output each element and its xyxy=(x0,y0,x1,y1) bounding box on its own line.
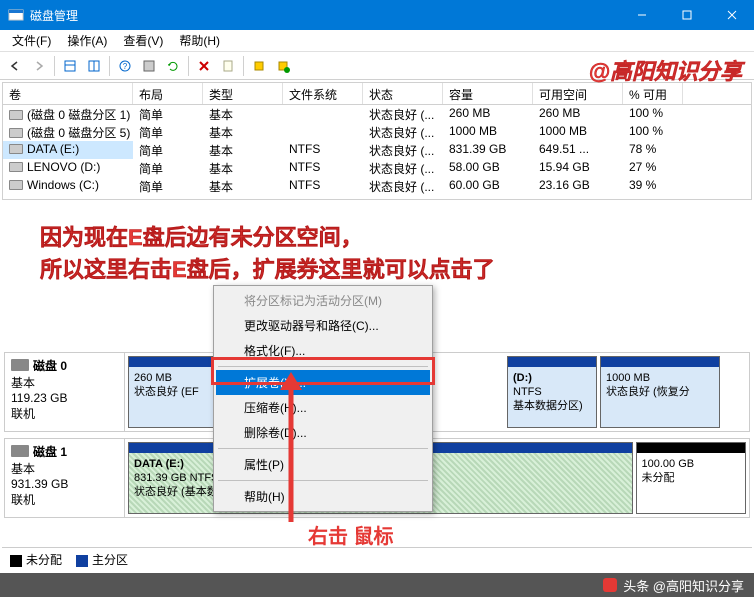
ctx-extend-volume[interactable]: 扩展卷(X)... xyxy=(216,370,430,395)
toutiao-icon xyxy=(603,578,617,592)
ctx-help[interactable]: 帮助(H) xyxy=(216,484,430,509)
ctx-change-drive-letter[interactable]: 更改驱动器号和路径(C)... xyxy=(216,313,430,338)
ctx-properties[interactable]: 属性(P) xyxy=(216,452,430,477)
volume-row[interactable]: (磁盘 0 磁盘分区 5)简单基本状态良好 (...1000 MB1000 MB… xyxy=(3,123,751,141)
annotation-mouse-label: 右击 鼠标 xyxy=(308,520,394,549)
action1-icon[interactable] xyxy=(248,55,270,77)
col-status[interactable]: 状态 xyxy=(363,83,443,104)
footer-text: 头条 @高阳知识分享 xyxy=(623,576,744,595)
window-title: 磁盘管理 xyxy=(30,7,619,24)
col-pct[interactable]: % 可用 xyxy=(623,83,683,104)
ctx-mark-active: 将分区标记为活动分区(M) xyxy=(216,288,430,313)
legend: 未分配 主分区 xyxy=(2,547,752,571)
col-free[interactable]: 可用空间 xyxy=(533,83,623,104)
disk-0-header[interactable]: 磁盘 0 基本 119.23 GB 联机 xyxy=(5,353,125,431)
column-headers: 卷 布局 类型 文件系统 状态 容量 可用空间 % 可用 xyxy=(3,83,751,105)
watermark: @高阳知识分享 xyxy=(589,54,742,86)
volume-row[interactable]: LENOVO (D:)简单基本NTFS状态良好 (...58.00 GB15.9… xyxy=(3,159,751,177)
annotation-text: 因为现在E盘后边有未分区空间， 所以这里右击E盘后，扩展券这里就可以点击了 xyxy=(40,222,495,286)
disk-icon xyxy=(11,359,29,371)
svg-text:?: ? xyxy=(123,62,128,71)
footer-bar: 头条 @高阳知识分享 xyxy=(0,573,754,597)
settings-icon[interactable] xyxy=(138,55,160,77)
volume-list: 卷 布局 类型 文件系统 状态 容量 可用空间 % 可用 (磁盘 0 磁盘分区 … xyxy=(2,82,752,200)
view-detail-icon[interactable] xyxy=(83,55,105,77)
menu-action[interactable]: 操作(A) xyxy=(59,30,115,51)
back-button[interactable] xyxy=(4,55,26,77)
col-capacity[interactable]: 容量 xyxy=(443,83,533,104)
volume-row[interactable]: Windows (C:)简单基本NTFS状态良好 (...60.00 GB23.… xyxy=(3,177,751,195)
menubar: 文件(F) 操作(A) 查看(V) 帮助(H) xyxy=(0,30,754,52)
menu-help[interactable]: 帮助(H) xyxy=(171,30,228,51)
disk-1-header[interactable]: 磁盘 1 基本 931.39 GB 联机 xyxy=(5,439,125,517)
volume-row[interactable]: DATA (E:)简单基本NTFS状态良好 (...831.39 GB649.5… xyxy=(3,141,751,159)
minimize-button[interactable] xyxy=(619,0,664,30)
col-type[interactable]: 类型 xyxy=(203,83,283,104)
close-button[interactable] xyxy=(709,0,754,30)
view-list-icon[interactable] xyxy=(59,55,81,77)
help-icon[interactable]: ? xyxy=(114,55,136,77)
legend-primary-swatch xyxy=(76,555,88,567)
maximize-button[interactable] xyxy=(664,0,709,30)
col-fs[interactable]: 文件系统 xyxy=(283,83,363,104)
titlebar: 磁盘管理 xyxy=(0,0,754,30)
forward-button[interactable] xyxy=(28,55,50,77)
col-volume[interactable]: 卷 xyxy=(3,83,133,104)
legend-unalloc-swatch xyxy=(10,555,22,567)
properties-icon[interactable] xyxy=(217,55,239,77)
col-layout[interactable]: 布局 xyxy=(133,83,203,104)
volume-row[interactable]: (磁盘 0 磁盘分区 1)简单基本状态良好 (...260 MB260 MB10… xyxy=(3,105,751,123)
ctx-format[interactable]: 格式化(F)... xyxy=(216,338,430,363)
menu-file[interactable]: 文件(F) xyxy=(4,30,59,51)
delete-icon[interactable] xyxy=(193,55,215,77)
app-icon xyxy=(8,7,24,23)
action2-icon[interactable] xyxy=(272,55,294,77)
refresh-icon[interactable] xyxy=(162,55,184,77)
disk0-part5[interactable]: 1000 MB状态良好 (恢复分 xyxy=(600,356,720,428)
context-menu: 将分区标记为活动分区(M) 更改驱动器号和路径(C)... 格式化(F)... … xyxy=(213,285,433,512)
disk-icon xyxy=(11,445,29,457)
ctx-delete-volume[interactable]: 删除卷(D)... xyxy=(216,420,430,445)
ctx-shrink-volume[interactable]: 压缩卷(H)... xyxy=(216,395,430,420)
disk0-part4[interactable]: (D:)NTFS基本数据分区) xyxy=(507,356,597,428)
menu-view[interactable]: 查看(V) xyxy=(115,30,171,51)
disk1-unallocated[interactable]: 100.00 GB未分配 xyxy=(636,442,747,514)
disk0-part1[interactable]: 260 MB状态良好 (EF xyxy=(128,356,218,428)
